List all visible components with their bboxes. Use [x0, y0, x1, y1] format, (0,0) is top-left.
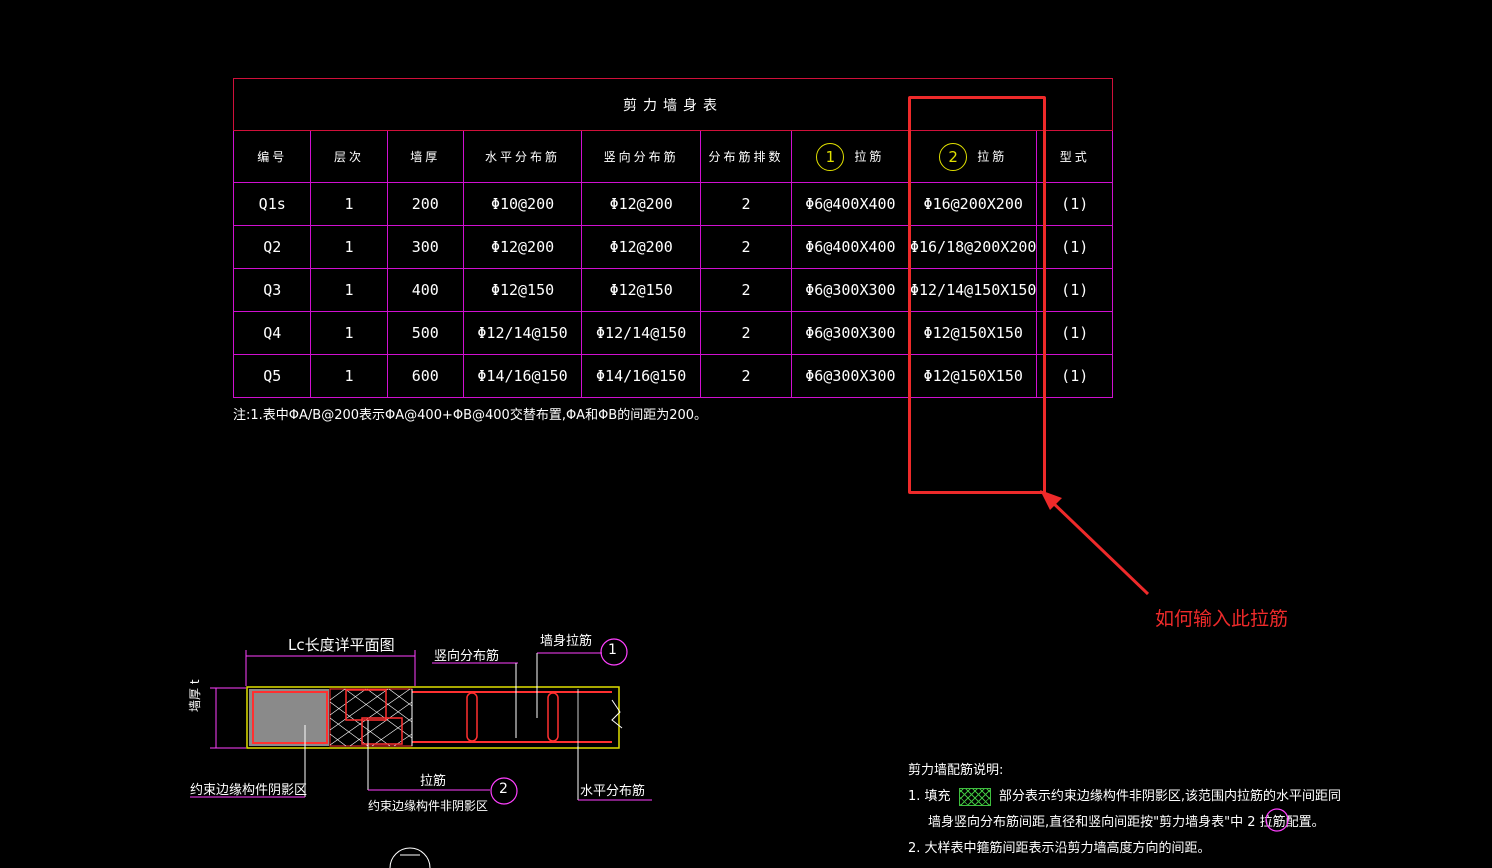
horizontal-bar-label: 水平分布筋 [580, 784, 646, 799]
tie-label: 拉筋 [420, 774, 447, 789]
lc-label: Lc长度详平面图 [288, 636, 395, 654]
wall-tie-label: 墙身拉筋 [540, 634, 593, 649]
wall-detail-drawing [190, 638, 652, 868]
legend-prefix: 1. 填充 [908, 789, 951, 804]
shadow-zone-label: 约束边缘构件阴影区 [190, 783, 308, 798]
legend-title: 剪力墙配筋说明: [908, 763, 1004, 778]
thickness-label: 墙厚 t [188, 679, 202, 712]
legend-line-3: 2. 大样表中箍筋间距表示沿剪力墙高度方向的间距。 [908, 841, 1211, 856]
hatch-swatch-icon [958, 787, 991, 806]
legend-text: 部分表示约束边缘构件非阴影区,该范围内拉筋的水平间距同 [998, 789, 1341, 804]
legend-circle-icon [1265, 808, 1289, 832]
detail-circle-1: 1 [608, 642, 617, 658]
detail-circle-2: 2 [499, 781, 508, 797]
non-shadow-zone-label: 约束边缘构件非阴影区 [368, 799, 489, 813]
vertical-bar-label: 竖向分布筋 [434, 649, 500, 664]
